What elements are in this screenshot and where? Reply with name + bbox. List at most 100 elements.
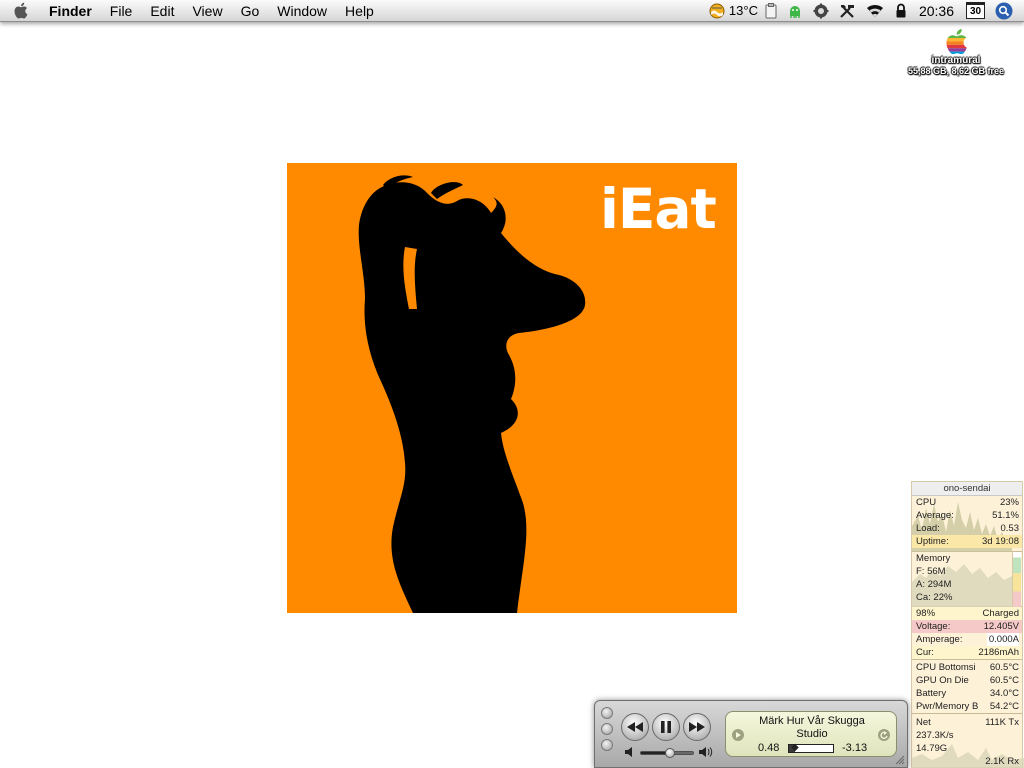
apple-icon <box>14 2 27 19</box>
resize-grip-icon[interactable] <box>895 755 905 765</box>
menu-finder[interactable]: Finder <box>40 0 101 22</box>
next-button[interactable] <box>683 713 711 741</box>
temp-row: CPU Bottomsi 60.5°C <box>912 661 1022 674</box>
cpu-row: CPU 23% <box>912 496 1022 509</box>
temp-value: 54.2°C <box>989 701 1019 712</box>
volume-high-icon <box>699 747 713 757</box>
cpu-load-label: Load: <box>916 523 940 534</box>
temp-value: 60.5°C <box>989 662 1019 673</box>
lock-icon <box>896 3 906 17</box>
battery-current-row: Cur: 2186mAh <box>912 646 1022 659</box>
calendar-menu[interactable]: 30 <box>961 0 990 22</box>
temp-row: Pwr/Memory B 54.2°C <box>912 700 1022 713</box>
minimize-button[interactable] <box>601 723 613 735</box>
menu-go[interactable]: Go <box>232 0 269 22</box>
track-title: Märk Hur Vår Skugga <box>759 715 865 727</box>
spotlight-icon <box>995 2 1013 19</box>
rainbow-apple-drive-icon <box>946 29 967 54</box>
battery-status: Charged <box>982 608 1019 619</box>
memory-free-row: F: 56M <box>912 565 1022 578</box>
cpu-value: 23% <box>999 497 1019 508</box>
temp-label: CPU Bottomsi <box>916 662 976 673</box>
voltage-value: 12.405V <box>983 621 1019 632</box>
clock[interactable]: 20:36 <box>912 0 961 22</box>
net-total: 14.79G <box>916 743 948 754</box>
temperature-section: CPU Bottomsi 60.5°C GPU On Die 60.5°C Batt… <box>912 660 1022 714</box>
previous-button[interactable] <box>621 713 649 741</box>
now-playing-display[interactable]: Märk Hur Vår Skugga Studio 0.48 -3.13 <box>725 711 897 757</box>
net-rate: 237.3K/s <box>916 730 954 741</box>
wallpaper-title: iEat <box>600 177 717 241</box>
temp-value: 34.0°C <box>989 688 1019 699</box>
cpu-average-row: Average: 51.1% <box>912 509 1022 522</box>
system-monitor-panel: ono-sendai CPU 23% Average: 51.1% Load: 0.5… <box>911 481 1024 768</box>
spotlight-menu[interactable] <box>990 0 1018 22</box>
weather-menu[interactable]: 13°C <box>704 0 760 22</box>
zoom-button[interactable] <box>601 739 613 751</box>
menu-extras: 13°C 20:36 30 <box>704 0 1024 22</box>
wifi-menu[interactable] <box>860 0 890 22</box>
cpu-load-row: Load: 0.53 <box>912 522 1022 535</box>
elapsed-time: 0.48 <box>758 742 780 754</box>
wallpaper-poster: iEat <box>287 163 737 613</box>
net-label: Net <box>916 717 931 728</box>
current-value: 2186mAh <box>978 647 1019 658</box>
pause-icon <box>661 721 671 733</box>
weather-icon <box>709 3 725 18</box>
menu-bar: Finder File Edit View Go Window Help 13°… <box>0 0 1024 22</box>
menu-edit[interactable]: Edit <box>141 0 183 22</box>
net-rx: 2.1K Rx <box>985 756 1019 767</box>
lock-menu[interactable] <box>890 0 912 22</box>
tools-menu[interactable] <box>834 0 860 22</box>
temp-row: Battery 34.0°C <box>912 687 1022 700</box>
volume-slider[interactable] <box>640 748 694 758</box>
clipboard-icon <box>765 2 777 18</box>
cpu-load-value: 0.53 <box>1000 523 1020 534</box>
net-rate-row: 237.3K/s <box>912 729 1022 742</box>
drive-name-label: intramural <box>931 55 981 66</box>
net-tx: 111K Tx <box>985 717 1019 728</box>
memory-active: A: 294M <box>916 579 952 590</box>
net-row: Net 111K Tx <box>912 716 1022 729</box>
amperage-label: Amperage: <box>916 634 963 645</box>
volume-low-icon <box>625 747 632 757</box>
volume-slider-knob[interactable] <box>664 748 675 758</box>
amperage-value: 0.000A <box>986 633 1019 646</box>
voltage-label: Voltage: <box>916 621 951 632</box>
android-icon <box>789 5 800 18</box>
temp-label: Pwr/Memory B <box>916 701 979 712</box>
android-menu[interactable] <box>782 0 808 22</box>
menu-view[interactable]: View <box>183 0 231 22</box>
snapback-icon <box>880 731 888 739</box>
track-progress-bar[interactable] <box>788 743 834 753</box>
menu-file[interactable]: File <box>101 0 142 22</box>
cpu-label: CPU <box>916 497 937 508</box>
temp-row: GPU On Die 60.5°C <box>912 674 1022 687</box>
snapback-button[interactable] <box>878 729 890 741</box>
battery-percent: 98% <box>916 608 936 619</box>
net-rx-row: 2.1K Rx <box>912 755 1022 768</box>
memory-cache: Ca: 22% <box>916 592 953 603</box>
menu-window[interactable]: Window <box>268 0 336 22</box>
clipboard-menu[interactable] <box>760 0 782 22</box>
memory-section: Memory F: 56M A: 294M Ca: 22% <box>912 552 1022 607</box>
wifi-icon <box>866 4 883 17</box>
battery-status-row: 98% Charged <box>912 607 1022 620</box>
apple-menu[interactable] <box>0 0 40 22</box>
cpu-average-label: Average: <box>916 510 954 521</box>
play-pause-button[interactable] <box>652 713 680 741</box>
battery-voltage-row: Voltage: 12.405V <box>912 620 1022 633</box>
memory-label: Memory <box>916 553 951 564</box>
gear-icon <box>813 3 829 18</box>
network-section: Net 111K Tx 237.3K/s 14.79G 2.1K Rx <box>912 714 1024 768</box>
monitor-hostname: ono-sendai <box>912 482 1022 496</box>
gear-menu[interactable] <box>808 0 834 22</box>
close-button[interactable] <box>601 707 613 719</box>
menu-help[interactable]: Help <box>336 0 383 22</box>
temp-label: GPU On Die <box>916 675 969 686</box>
uptime-row: Uptime: 3d 19:08 <box>912 535 1022 548</box>
remaining-time: -3.13 <box>842 742 868 754</box>
uptime-label: Uptime: <box>916 536 949 547</box>
itunes-mini-player[interactable]: Märk Hur Vår Skugga Studio 0.48 -3.13 <box>594 700 908 768</box>
desktop-drive-intramural[interactable]: intramural 55,88 GB, 8,62 GB free <box>900 28 1012 77</box>
